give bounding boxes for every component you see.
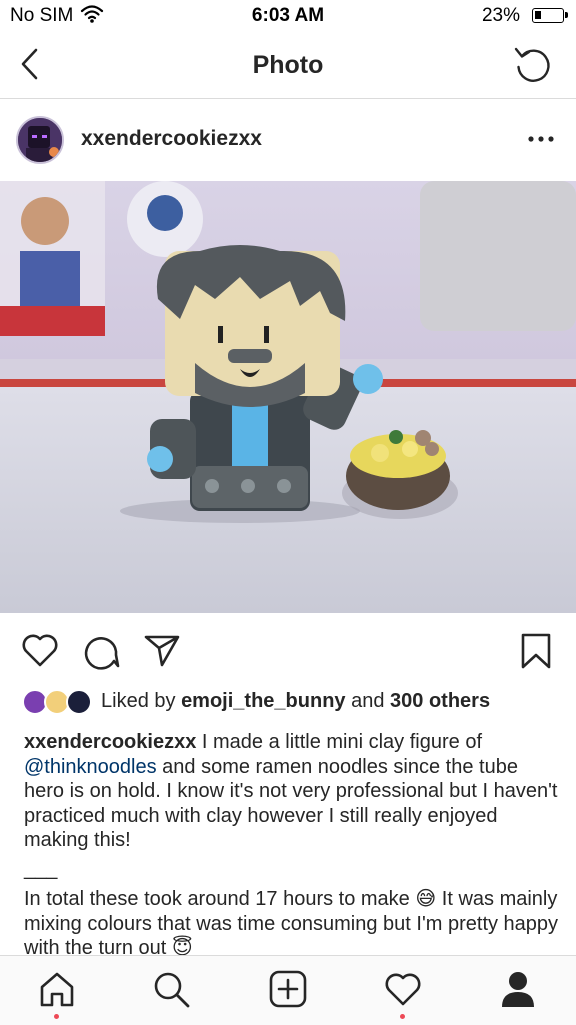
caption-separator: ___ bbox=[24, 857, 58, 880]
profile-icon bbox=[502, 972, 534, 1007]
tab-search[interactable] bbox=[132, 956, 212, 1025]
caption-text: I made a little mini clay figure of bbox=[196, 731, 483, 753]
avatar[interactable] bbox=[16, 116, 64, 164]
status-bar: No SIM 6:03 AM 23% bbox=[0, 0, 576, 32]
add-icon bbox=[269, 970, 307, 1008]
battery-icon bbox=[532, 8, 568, 23]
clay-figure-image bbox=[0, 181, 576, 613]
page-title: Photo bbox=[252, 51, 324, 79]
post-caption: xxendercookiezxx I made a little mini cl… bbox=[24, 730, 560, 961]
caption-text: In total these took around 17 hours to m… bbox=[24, 888, 416, 910]
activity-heart-icon bbox=[385, 973, 421, 1006]
bookmark-icon[interactable] bbox=[518, 631, 554, 671]
sweat-smile-emoji: 😅 bbox=[415, 888, 437, 910]
tab-profile[interactable] bbox=[478, 956, 558, 1025]
post-actions bbox=[0, 613, 576, 687]
battery-percent: 23% bbox=[481, 5, 520, 26]
avatar-image bbox=[18, 118, 62, 162]
likes-prefix: Liked by bbox=[101, 690, 182, 712]
tab-bar bbox=[0, 955, 576, 1025]
tab-activity[interactable] bbox=[363, 956, 443, 1025]
heart-icon[interactable] bbox=[20, 631, 60, 669]
tab-home[interactable] bbox=[17, 956, 97, 1025]
notification-dot bbox=[400, 1014, 405, 1019]
likes-row: Liked by emoji_the_bunny and 300 others bbox=[22, 688, 562, 718]
liker-avatars[interactable] bbox=[22, 688, 96, 716]
notification-dot bbox=[54, 1014, 59, 1019]
post-username[interactable]: xxendercookiezxx bbox=[81, 127, 262, 151]
tab-add[interactable] bbox=[248, 956, 328, 1025]
home-icon bbox=[40, 972, 74, 1007]
likes-text[interactable]: Liked by emoji_the_bunny and 300 others bbox=[101, 690, 490, 713]
search-icon bbox=[154, 972, 190, 1008]
nav-bar: Photo bbox=[0, 32, 576, 99]
refresh-icon[interactable] bbox=[512, 43, 554, 85]
caption-mention[interactable]: @thinknoodles bbox=[24, 756, 157, 778]
more-horizontal-icon[interactable] bbox=[526, 127, 556, 151]
likes-others[interactable]: 300 others bbox=[390, 690, 490, 712]
liker-username[interactable]: emoji_the_bunny bbox=[181, 690, 345, 712]
comment-icon[interactable] bbox=[82, 631, 122, 671]
share-icon[interactable] bbox=[142, 631, 182, 669]
caption-username[interactable]: xxendercookiezxx bbox=[24, 731, 196, 753]
likes-middle: and bbox=[345, 690, 391, 712]
post-photo[interactable] bbox=[0, 181, 576, 613]
post-header: xxendercookiezxx bbox=[0, 99, 576, 181]
liker-avatar bbox=[66, 689, 92, 715]
